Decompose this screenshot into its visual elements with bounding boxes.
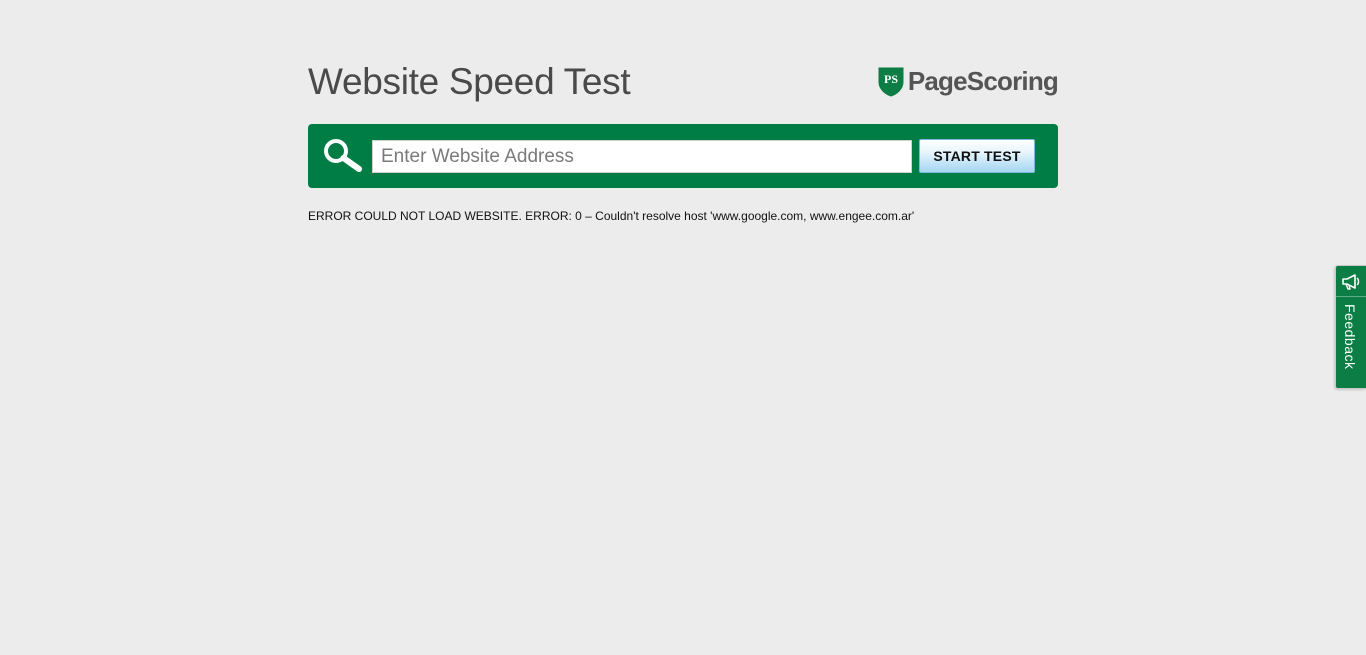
error-message: ERROR COULD NOT LOAD WEBSITE. ERROR: 0 –… (308, 209, 915, 223)
search-icon (324, 139, 362, 172)
page: Website Speed Test PS PageScoring START … (0, 0, 1366, 655)
feedback-divider (1336, 296, 1366, 297)
header: Website Speed Test PS PageScoring (308, 0, 1059, 124)
website-address-input[interactable] (372, 140, 912, 173)
megaphone-icon (1342, 274, 1360, 290)
logo-wordmark: PageScoring (907, 65, 1059, 96)
start-test-button[interactable]: START TEST (919, 139, 1035, 173)
feedback-label: Feedback (1342, 304, 1358, 370)
search-bar: START TEST (308, 124, 1058, 188)
main-container: Website Speed Test PS PageScoring START … (308, 0, 1059, 223)
feedback-tab[interactable]: Feedback (1335, 265, 1366, 389)
svg-text:PS: PS (884, 72, 898, 86)
pagescoring-logo[interactable]: PS PageScoring (877, 64, 1059, 98)
shield-logo-icon: PS (878, 67, 904, 97)
page-title: Website Speed Test (308, 61, 631, 102)
